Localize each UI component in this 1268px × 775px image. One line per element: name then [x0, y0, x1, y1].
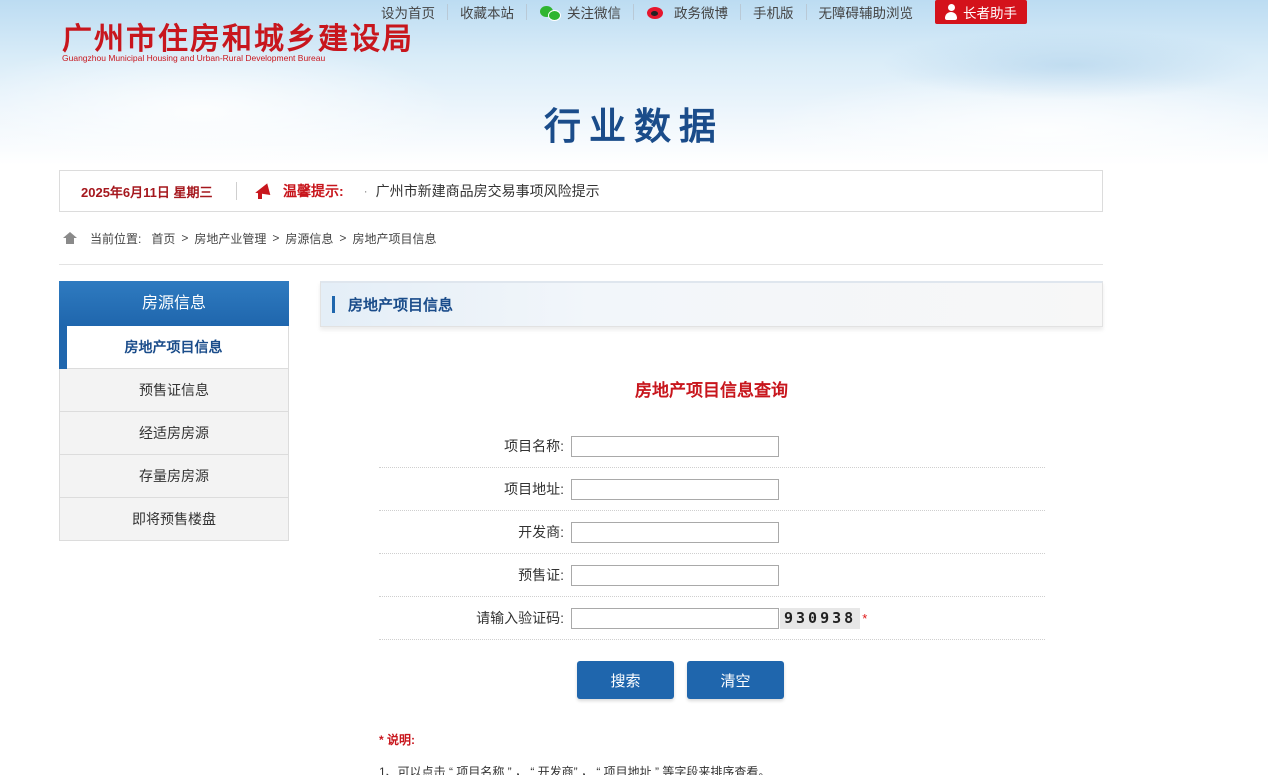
required-marker: *: [862, 610, 868, 626]
section-header: 房地产项目信息: [320, 281, 1103, 327]
elder-icon: [943, 4, 959, 20]
sidebar-header: 房源信息: [59, 281, 289, 326]
site-logo[interactable]: 广州市住房和城乡建设局: [62, 14, 414, 58]
project-name-label: 项目名称:: [504, 438, 564, 454]
breadcrumb-separator: >: [181, 231, 189, 245]
query-title: 房地产项目信息查询: [635, 381, 788, 400]
section-title: 房地产项目信息: [348, 297, 454, 314]
wechat-link[interactable]: 关注微信: [527, 2, 633, 22]
breadcrumb-separator: >: [272, 231, 280, 245]
sidebar: 房源信息 房地产项目信息 预售证信息 经适房房源 存量房房源 即将预售楼盘: [59, 281, 289, 541]
wechat-link-label: 关注微信: [567, 6, 621, 21]
form-row-presale-cert: 预售证:: [379, 554, 1045, 597]
sidebar-item-existing-housing[interactable]: 存量房房源: [59, 455, 289, 498]
accessibility-link[interactable]: 无障碍辅助浏览: [807, 2, 926, 22]
weibo-link[interactable]: 政务微博: [634, 2, 740, 22]
breadcrumb-separator: >: [339, 231, 347, 245]
project-name-input[interactable]: [571, 435, 779, 457]
mobile-link[interactable]: 手机版: [741, 2, 806, 22]
form-row-project-name: 项目名称:: [379, 425, 1045, 468]
current-date: 2025年6月11日 星期三: [81, 184, 213, 200]
page-title: 行业数据: [544, 105, 724, 148]
banner-cloud: [880, 30, 1260, 100]
info-bar: 2025年6月11日 星期三 温馨提示: · 广州市新建商品房交易事项风险提示: [59, 170, 1103, 212]
weibo-link-label: 政务微博: [674, 6, 728, 21]
note-title: * 说明:: [379, 733, 416, 747]
top-nav: 设为首页 收藏本站 关注微信 政务微博 手机版 无障碍辅助浏览 长者助手: [369, 0, 1027, 24]
clear-button[interactable]: 清空: [687, 661, 784, 699]
elder-assistant-label: 长者助手: [963, 6, 1017, 21]
breadcrumb-home[interactable]: 首页: [151, 230, 175, 247]
form-row-project-address: 项目地址:: [379, 468, 1045, 511]
captcha-label: 请输入验证码:: [476, 610, 564, 626]
info-divider: [236, 182, 237, 200]
home-icon: [63, 232, 77, 244]
tip-label: 温馨提示:: [283, 183, 344, 199]
breadcrumb-housing-info[interactable]: 房源信息: [285, 230, 333, 247]
note-text: 1、可以点击 “ 项目名称 ” ， “ 开发商” ， “ 项目地址 ” 等字段来…: [379, 765, 771, 775]
sidebar-item-project-info[interactable]: 房地产项目信息: [59, 326, 289, 369]
breadcrumb-real-estate-mgmt[interactable]: 房地产业管理: [194, 230, 266, 247]
weibo-icon: [646, 3, 666, 21]
megaphone-icon: [255, 183, 273, 199]
presale-cert-label: 预售证:: [518, 567, 564, 583]
breadcrumb: 当前位置: 首页 > 房地产业管理 > 房源信息 > 房地产项目信息: [63, 229, 436, 247]
sidebar-item-presale-cert[interactable]: 预售证信息: [59, 369, 289, 412]
elder-assistant-button[interactable]: 长者助手: [935, 0, 1027, 24]
captcha-input[interactable]: [571, 607, 779, 629]
form-row-captcha: 请输入验证码: 930938 *: [379, 597, 1045, 640]
wechat-icon: [539, 4, 561, 21]
developer-input[interactable]: [571, 521, 779, 543]
divider: [59, 264, 1103, 265]
form-row-developer: 开发商:: [379, 511, 1045, 554]
bookmark-link[interactable]: 收藏本站: [448, 2, 526, 22]
breadcrumb-prefix: 当前位置:: [90, 231, 142, 246]
search-button[interactable]: 搜索: [577, 661, 674, 699]
sidebar-item-upcoming-presale[interactable]: 即将预售楼盘: [59, 498, 289, 541]
captcha-image[interactable]: 930938: [780, 607, 861, 629]
developer-label: 开发商:: [518, 524, 564, 540]
set-home-link[interactable]: 设为首页: [369, 2, 447, 22]
section-marker: [332, 296, 335, 313]
tip-bullet: ·: [363, 184, 368, 198]
sidebar-item-affordable-housing[interactable]: 经适房房源: [59, 412, 289, 455]
breadcrumb-current[interactable]: 房地产项目信息: [352, 230, 436, 247]
site-logo-subtitle: Guangzhou Municipal Housing and Urban-Ru…: [62, 53, 326, 63]
project-address-label: 项目地址:: [504, 481, 564, 497]
project-address-input[interactable]: [571, 478, 779, 500]
tip-link[interactable]: 广州市新建商品房交易事项风险提示: [376, 181, 600, 201]
presale-cert-input[interactable]: [571, 564, 779, 586]
